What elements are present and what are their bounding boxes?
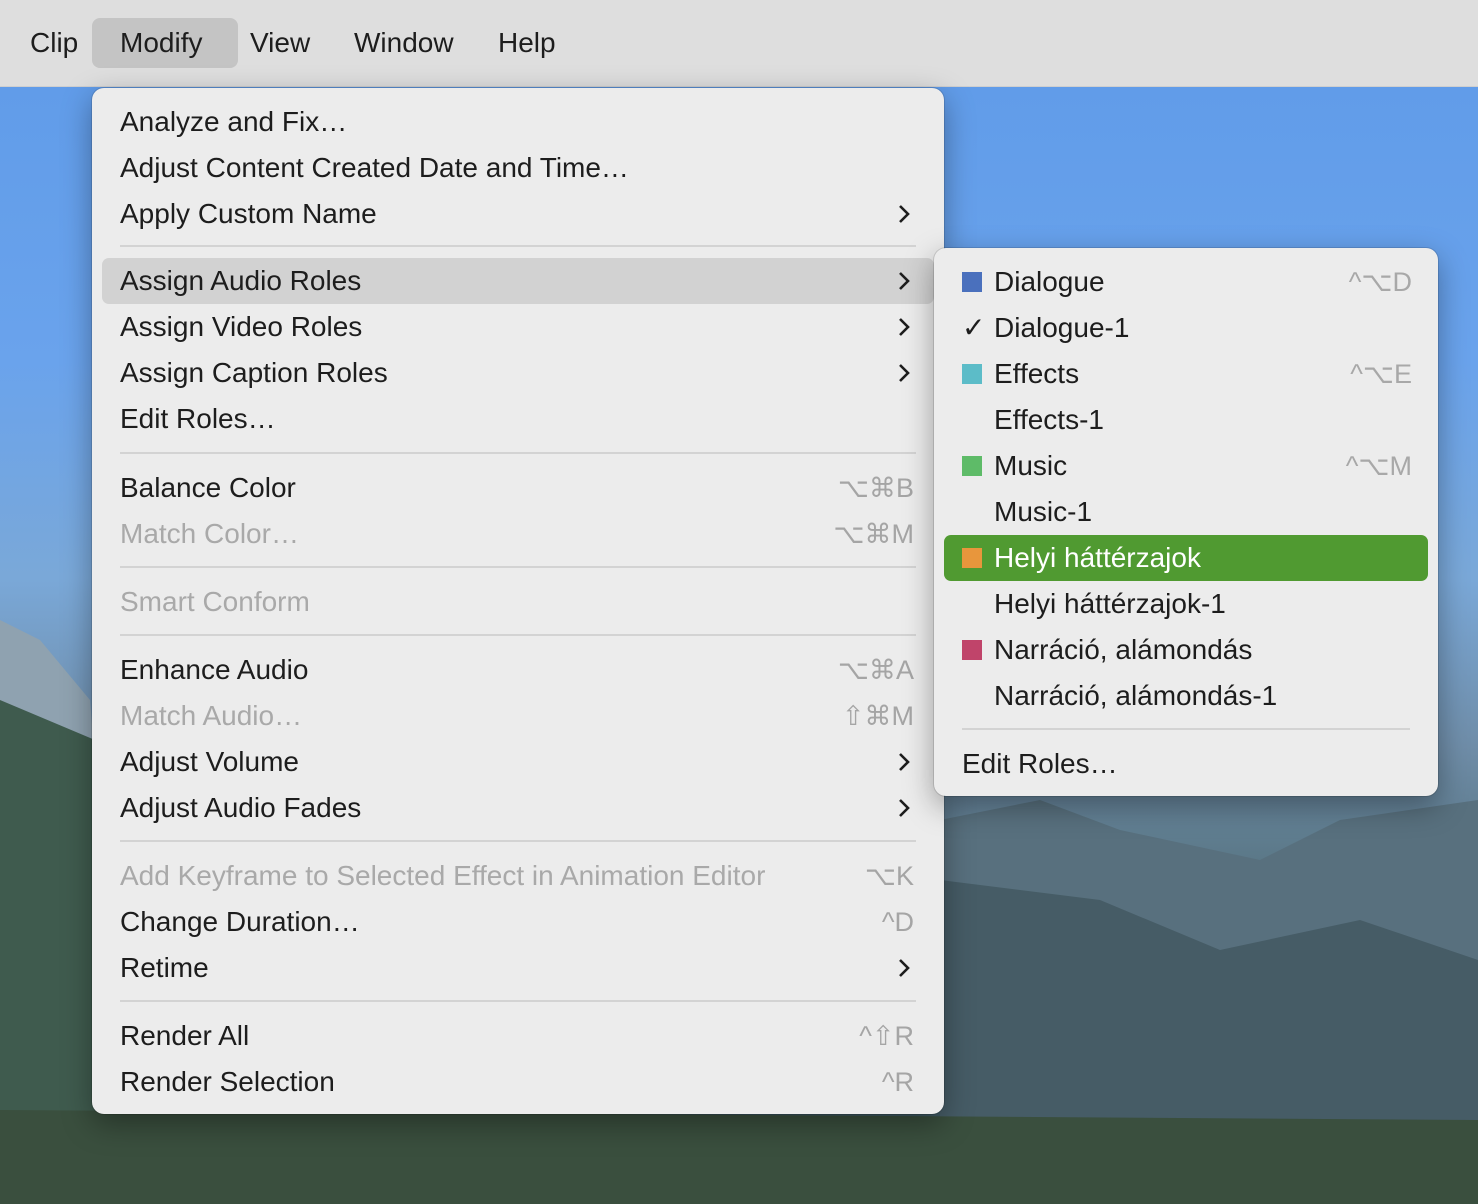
role-item-label: Music (994, 450, 1068, 481)
menu-item-shortcut: ⇧⌘M (841, 701, 914, 731)
role-item-narracio-1[interactable]: Narráció, alámondás-1 (944, 673, 1428, 719)
menu-item-label: Change Duration… (120, 906, 360, 937)
role-item-shortcut: ^⌥M (1345, 451, 1412, 481)
menu-item-shortcut: ^R (881, 1067, 914, 1097)
chevron-right-icon (899, 205, 910, 223)
role-item-shortcut: ^⌥E (1350, 359, 1412, 389)
menu-separator (120, 452, 916, 454)
menu-separator (120, 566, 916, 568)
menu-item-edit-roles[interactable]: Edit Roles… (102, 396, 916, 442)
menu-item-label: Assign Audio Roles (120, 265, 362, 296)
role-item-effects[interactable]: Effects ^⌥E (944, 351, 1428, 397)
menu-bar: Clip Modify View Window Help (0, 0, 1478, 87)
menu-separator (120, 245, 916, 247)
role-item-music[interactable]: Music ^⌥M (944, 443, 1428, 489)
menu-item-assign-caption-roles[interactable]: Assign Caption Roles (102, 350, 916, 396)
role-item-label: Helyi háttérzajok-1 (994, 588, 1226, 619)
chevron-right-icon (899, 799, 910, 817)
menu-item-change-duration[interactable]: Change Duration… ^D (102, 899, 916, 945)
menu-view[interactable]: View (222, 18, 338, 68)
menu-item-apply-custom-name[interactable]: Apply Custom Name (102, 191, 916, 237)
menu-separator (120, 840, 916, 842)
menu-item-label: Enhance Audio (120, 654, 309, 685)
menu-item-label: Analyze and Fix… (120, 106, 348, 137)
menu-item-label: Render All (120, 1020, 250, 1051)
role-item-narracio[interactable]: Narráció, alámondás (944, 627, 1428, 673)
menu-item-label: Render Selection (120, 1066, 335, 1097)
menu-item-adjust-volume[interactable]: Adjust Volume (102, 739, 916, 785)
chevron-right-icon (899, 318, 910, 336)
menu-item-balance-color[interactable]: Balance Color ⌥⌘B (102, 465, 916, 511)
menu-separator (120, 1000, 916, 1002)
modify-menu: Analyze and Fix… Adjust Content Created … (92, 88, 944, 1114)
role-color-swatch (962, 640, 982, 660)
role-item-label: Narráció, alámondás (994, 634, 1253, 665)
menu-item-label: Retime (120, 952, 209, 983)
role-item-dialogue[interactable]: Dialogue ^⌥D (944, 259, 1428, 305)
menu-item-label: Match Audio… (120, 700, 303, 731)
role-item-helyi-hatterzajok[interactable]: Helyi háttérzajok (944, 535, 1428, 581)
menu-item-label: Assign Caption Roles (120, 357, 388, 388)
menu-item-shortcut: ⌥⌘B (837, 473, 914, 503)
role-item-label: Music-1 (994, 496, 1093, 527)
role-item-effects-1[interactable]: Effects-1 (944, 397, 1428, 443)
role-item-label: Edit Roles… (962, 748, 1118, 779)
role-color-swatch (962, 548, 982, 568)
menu-item-label: Smart Conform (120, 586, 310, 617)
menu-item-render-all[interactable]: Render All ^⇧R (102, 1013, 916, 1059)
menu-item-adjust-content-created-date[interactable]: Adjust Content Created Date and Time… (102, 145, 916, 191)
role-item-music-1[interactable]: Music-1 (944, 489, 1428, 535)
menu-item-label: Adjust Volume (120, 746, 299, 777)
role-item-edit-roles[interactable]: Edit Roles… (944, 741, 1428, 787)
menu-item-label: Edit Roles… (120, 403, 276, 434)
role-item-label: Dialogue (994, 266, 1105, 297)
menu-item-shortcut: ⌥K (864, 861, 914, 891)
chevron-right-icon (899, 959, 910, 977)
menu-item-smart-conform: Smart Conform (102, 579, 916, 625)
menu-item-shortcut: ^⇧R (859, 1021, 914, 1051)
role-item-label: Dialogue-1 (994, 312, 1130, 343)
checkmark-icon: ✓ (962, 312, 986, 343)
menu-window[interactable]: Window (326, 18, 482, 68)
menu-item-match-audio: Match Audio… ⇧⌘M (102, 693, 916, 739)
role-item-helyi-hatterzajok-1[interactable]: Helyi háttérzajok-1 (944, 581, 1428, 627)
menu-item-label: Adjust Audio Fades (120, 792, 362, 823)
menu-item-shortcut: ⌥⌘M (833, 519, 914, 549)
role-color-swatch (962, 364, 982, 384)
menu-item-label: Add Keyframe to Selected Effect in Anima… (120, 860, 766, 891)
menu-modify[interactable]: Modify (92, 18, 238, 68)
menu-item-shortcut: ^D (881, 907, 914, 937)
chevron-right-icon (899, 272, 910, 290)
menu-item-shortcut: ⌥⌘A (837, 655, 914, 685)
menu-item-label: Match Color… (120, 518, 299, 549)
menu-item-label: Balance Color (120, 472, 296, 503)
role-item-label: Narráció, alámondás-1 (994, 680, 1278, 711)
role-item-label: Effects (994, 358, 1080, 389)
audio-roles-submenu: Dialogue ^⌥D ✓ Dialogue-1 Effects ^⌥E Ef… (934, 248, 1438, 796)
menu-clip[interactable]: Clip (2, 18, 106, 68)
role-item-shortcut: ^⌥D (1348, 267, 1412, 297)
role-color-swatch (962, 456, 982, 476)
menu-item-assign-audio-roles[interactable]: Assign Audio Roles (102, 258, 934, 304)
menu-item-label: Adjust Content Created Date and Time… (120, 152, 629, 183)
menu-item-add-keyframe: Add Keyframe to Selected Effect in Anima… (102, 853, 916, 899)
menu-separator (120, 634, 916, 636)
menu-item-analyze-and-fix[interactable]: Analyze and Fix… (102, 99, 916, 145)
menu-item-retime[interactable]: Retime (102, 945, 916, 991)
menu-item-label: Apply Custom Name (120, 198, 377, 229)
role-item-label: Effects-1 (994, 404, 1104, 435)
menu-item-enhance-audio[interactable]: Enhance Audio ⌥⌘A (102, 647, 916, 693)
menu-help[interactable]: Help (470, 18, 584, 68)
role-item-label: Helyi háttérzajok (994, 542, 1201, 573)
menu-item-match-color: Match Color… ⌥⌘M (102, 511, 916, 557)
menu-separator (962, 728, 1410, 730)
chevron-right-icon (899, 364, 910, 382)
menu-item-adjust-audio-fades[interactable]: Adjust Audio Fades (102, 785, 916, 831)
role-color-swatch (962, 272, 982, 292)
menu-item-render-selection[interactable]: Render Selection ^R (102, 1059, 916, 1105)
menu-item-assign-video-roles[interactable]: Assign Video Roles (102, 304, 916, 350)
role-item-dialogue-1[interactable]: ✓ Dialogue-1 (944, 305, 1428, 351)
menu-item-label: Assign Video Roles (120, 311, 363, 342)
chevron-right-icon (899, 753, 910, 771)
